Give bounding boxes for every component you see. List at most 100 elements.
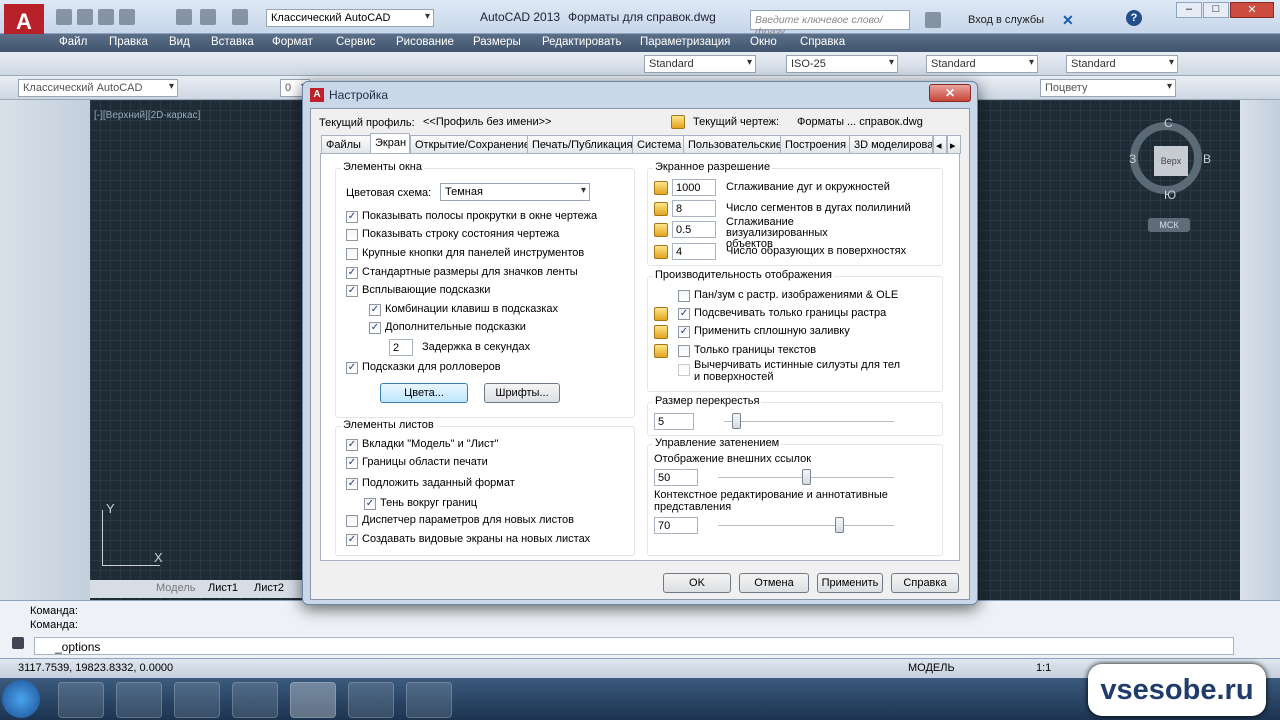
app6-task[interactable] <box>348 682 394 718</box>
inplace-fade-input[interactable]: 70 <box>654 517 698 534</box>
wrench-icon[interactable] <box>12 637 24 649</box>
menu-parametric[interactable]: Параметризация <box>640 36 730 48</box>
rollover-checkbox[interactable]: ✓ <box>346 362 358 374</box>
model-layout-tabs-checkbox[interactable]: ✓ <box>346 439 358 451</box>
arc-smoothness-input[interactable]: 1000 <box>672 179 716 196</box>
tab-display[interactable]: Экран <box>370 133 410 154</box>
tab-model[interactable]: Модель <box>156 582 195 594</box>
exchange-icon[interactable]: ✕ <box>1062 12 1074 29</box>
pan-zoom-raster-checkbox[interactable] <box>678 290 690 302</box>
model-toggle[interactable]: МОДЕЛЬ <box>908 662 955 674</box>
colors-button[interactable]: Цвета... <box>380 383 468 403</box>
tab-scroll-right[interactable]: ▸ <box>947 135 961 154</box>
ucs-button[interactable]: МСК <box>1148 218 1190 232</box>
print-icon[interactable] <box>176 9 192 25</box>
help-button[interactable]: Справка <box>891 573 959 593</box>
raster-frame-checkbox[interactable]: ✓ <box>678 308 690 320</box>
tab-3d[interactable]: 3D моделирова <box>849 135 933 154</box>
statusbar-checkbox[interactable] <box>346 229 358 241</box>
tab-system[interactable]: Система <box>632 135 684 154</box>
tab-sheet2[interactable]: Лист2 <box>254 582 284 594</box>
menu-modify[interactable]: Редактировать <box>542 36 621 48</box>
fonts-button[interactable]: Шрифты... <box>484 383 560 403</box>
saveas-icon[interactable] <box>119 9 135 25</box>
scheme-select[interactable]: Темная <box>440 183 590 201</box>
menu-file[interactable]: Файл <box>59 36 87 48</box>
viewport-controls[interactable]: [-][Верхний][2D-каркас] <box>94 110 200 121</box>
shortcut-keys-checkbox[interactable]: ✓ <box>369 304 381 316</box>
ok-button[interactable]: OK <box>663 573 731 593</box>
menu-format[interactable]: Формат <box>272 36 313 48</box>
open-icon[interactable] <box>77 9 93 25</box>
tab-plot[interactable]: Печать/Публикация <box>527 135 633 154</box>
workspace-select[interactable]: Классический AutoCAD <box>266 9 434 27</box>
create-viewport-checkbox[interactable]: ✓ <box>346 534 358 546</box>
utorrent-task[interactable] <box>232 682 278 718</box>
menu-view[interactable]: Вид <box>169 36 190 48</box>
apply-button[interactable]: Применить <box>817 573 883 593</box>
menu-window[interactable]: Окно <box>750 36 777 48</box>
app7-task[interactable] <box>406 682 452 718</box>
maximize-button[interactable]: □ <box>1203 2 1229 18</box>
page-setup-manager-checkbox[interactable] <box>346 515 358 527</box>
inplace-fade-slider[interactable] <box>834 517 844 533</box>
viewcube-face[interactable]: Верх <box>1154 146 1188 176</box>
menu-edit[interactable]: Правка <box>109 36 148 48</box>
printable-area-checkbox[interactable]: ✓ <box>346 457 358 469</box>
new-icon[interactable] <box>56 9 72 25</box>
ribbon-icons-checkbox[interactable]: ✓ <box>346 267 358 279</box>
paper-background-checkbox[interactable]: ✓ <box>346 478 358 490</box>
text-frame-checkbox[interactable] <box>678 345 690 357</box>
tooltips-checkbox[interactable]: ✓ <box>346 285 358 297</box>
delay-input[interactable]: 2 <box>389 339 413 356</box>
close-button[interactable]: ✕ <box>1230 2 1274 18</box>
crosshair-slider[interactable] <box>732 413 742 429</box>
autocad-task[interactable] <box>290 682 336 718</box>
workspace-combo[interactable]: Классический AutoCAD <box>18 79 178 97</box>
command-input[interactable]: _options <box>34 637 1234 655</box>
redo-icon[interactable] <box>232 9 248 25</box>
paper-shadow-checkbox[interactable]: ✓ <box>364 498 376 510</box>
color-select[interactable]: Поцвету <box>1040 79 1176 97</box>
xref-fade-input[interactable]: 50 <box>654 469 698 486</box>
polyline-segments-input[interactable]: 8 <box>672 200 716 217</box>
cancel-button[interactable]: Отмена <box>739 573 809 593</box>
dialog-close-button[interactable]: ✕ <box>929 84 971 102</box>
tab-files[interactable]: Файлы <box>321 135 371 154</box>
crosshair-input[interactable]: 5 <box>654 413 694 430</box>
firefox-task[interactable] <box>58 682 104 718</box>
silhouettes-checkbox[interactable] <box>678 364 690 376</box>
editor-task[interactable] <box>174 682 220 718</box>
explorer-task[interactable] <box>116 682 162 718</box>
menu-draw[interactable]: Рисование <box>396 36 454 48</box>
tab-user[interactable]: Пользовательские <box>683 135 782 154</box>
table-style-select[interactable]: Standard <box>926 55 1038 73</box>
tab-drafting[interactable]: Построения <box>780 135 850 154</box>
undo-icon[interactable] <box>200 9 216 25</box>
save-icon[interactable] <box>98 9 114 25</box>
tab-open-save[interactable]: Открытие/Сохранение <box>410 135 530 154</box>
tab-scroll-left[interactable]: ◂ <box>933 135 947 154</box>
menu-insert[interactable]: Вставка <box>211 36 254 48</box>
solid-fill-checkbox[interactable]: ✓ <box>678 326 690 338</box>
menu-dimension[interactable]: Размеры <box>473 36 521 48</box>
login-link[interactable]: Вход в службы <box>968 14 1044 26</box>
menu-help[interactable]: Справка <box>800 36 845 48</box>
dim-style-select[interactable]: ISO-25 <box>786 55 898 73</box>
extended-tooltips-checkbox[interactable]: ✓ <box>369 322 381 334</box>
xref-fade-slider[interactable] <box>801 469 811 485</box>
start-button[interactable] <box>2 680 40 718</box>
binoculars-icon[interactable] <box>925 12 941 28</box>
search-input[interactable]: Введите ключевое слово/фразу <box>750 10 910 38</box>
text-style-select[interactable]: Standard <box>644 55 756 73</box>
render-smoothness-input[interactable]: 0.5 <box>672 221 716 238</box>
tab-sheet1[interactable]: Лист1 <box>208 582 238 594</box>
contour-lines-input[interactable]: 4 <box>672 243 716 260</box>
minimize-button[interactable]: – <box>1176 2 1202 18</box>
mleader-style-select[interactable]: Standard <box>1066 55 1178 73</box>
scrollbars-checkbox[interactable]: ✓ <box>346 211 358 223</box>
annotation-scale[interactable]: 1:1 <box>1036 662 1051 674</box>
large-buttons-checkbox[interactable] <box>346 248 358 260</box>
menu-tools[interactable]: Сервис <box>336 36 375 48</box>
help-icon[interactable]: ? <box>1126 10 1142 26</box>
